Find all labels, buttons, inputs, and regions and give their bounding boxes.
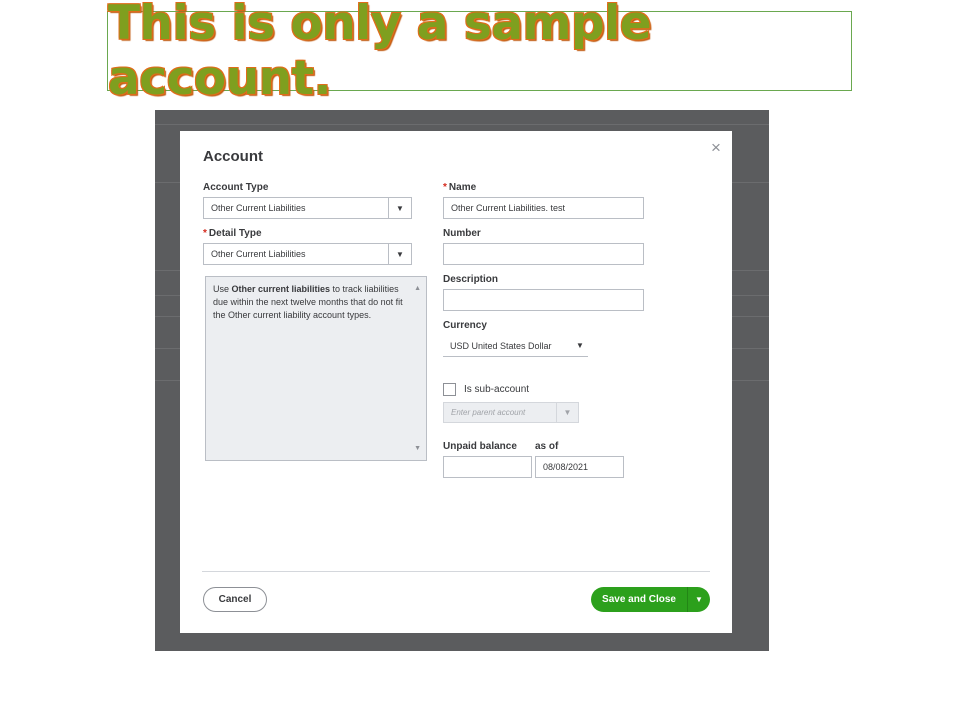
unpaid-balance-input[interactable] [443,456,532,478]
description-prefix: Use [213,284,232,294]
scroll-up-icon[interactable]: ▲ [414,282,421,295]
detail-type-description: Use Other current liabilities to track l… [205,276,427,461]
sample-banner: This is only a sample account. [107,0,852,106]
account-dialog: × Account Account Type Other Current Lia… [180,131,732,633]
as-of-date-input[interactable]: 08/08/2021 [535,456,624,478]
currency-value: USD United States Dollar [450,340,552,351]
name-label-text: Name [448,182,477,193]
required-marker: * [203,228,207,239]
currency-select[interactable]: USD United States Dollar ▼ [443,335,588,357]
scroll-down-icon[interactable]: ▼ [414,442,421,455]
account-type-value: Other Current Liabilities [211,203,306,213]
as-of-label: as of [535,441,559,452]
detail-type-label-text: Detail Type [208,228,262,239]
name-input[interactable]: Other Current Liabilities. test [443,197,644,219]
cancel-button[interactable]: Cancel [203,587,267,612]
dialog-title: Account [203,148,263,165]
background-divider [155,124,769,125]
banner-text: This is only a sample account. [108,0,652,106]
account-type-select[interactable]: Other Current Liabilities ▼ [203,197,412,219]
currency-label: Currency [443,320,487,331]
chevron-down-icon: ▼ [388,198,411,218]
number-label: Number [443,228,481,239]
description-bold: Other current liabilities [231,284,331,294]
chevron-down-icon: ▼ [388,244,411,264]
name-value: Other Current Liabilities. test [451,203,566,213]
chevron-down-icon[interactable]: ▼ [687,587,710,612]
chevron-down-icon: ▼ [576,341,584,350]
detail-type-select[interactable]: Other Current Liabilities ▼ [203,243,412,265]
number-input[interactable] [443,243,644,265]
chevron-down-icon: ▼ [556,403,578,422]
detail-type-value: Other Current Liabilities [211,249,306,259]
footer-divider [202,571,710,572]
as-of-value: 08/08/2021 [543,462,589,472]
save-and-close-button-group: Save and Close ▼ [591,587,710,612]
name-label: * Name [443,182,476,193]
account-type-label: Account Type [203,182,269,193]
detail-type-label: * Detail Type [203,228,262,239]
parent-account-placeholder: Enter parent account [451,408,526,417]
description-input[interactable] [443,289,644,311]
sub-account-checkbox[interactable] [443,383,456,396]
description-label: Description [443,274,499,285]
parent-account-select[interactable]: Enter parent account ▼ [443,402,579,423]
unpaid-balance-label: Unpaid balance [443,441,517,452]
close-icon[interactable]: × [711,138,721,158]
save-and-close-button[interactable]: Save and Close [591,587,687,612]
sub-account-label: Is sub-account [464,384,530,395]
required-marker: * [443,182,447,193]
